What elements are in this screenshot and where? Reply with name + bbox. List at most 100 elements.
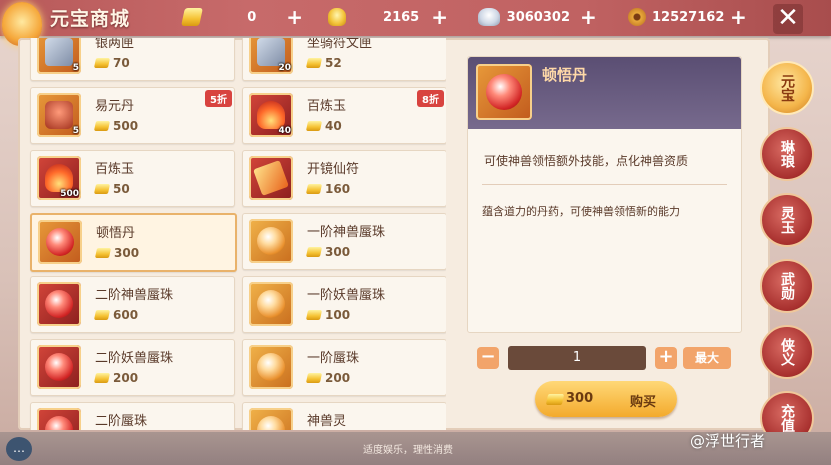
- quantity-input[interactable]: 1: [508, 346, 646, 370]
- gold-bar-icon: [305, 310, 323, 320]
- item-name: 开镜仙符: [307, 162, 360, 177]
- gold-orb-icon: [257, 416, 285, 430]
- gold-bar-icon: [94, 248, 112, 258]
- currency-value: 2165: [383, 9, 420, 25]
- item-name: 银两匣: [95, 38, 135, 51]
- currency-gold-bar: 0 +: [181, 6, 303, 28]
- item-name: 易元丹: [95, 99, 135, 114]
- item-card[interactable]: 一阶蜃珠 200: [242, 339, 446, 396]
- currency-silver: 3060302 +: [478, 6, 598, 28]
- discount-badge: 5折: [205, 90, 232, 107]
- item-price: 70: [93, 56, 130, 70]
- item-thumbnail: [37, 408, 81, 430]
- buy-price: 300: [566, 391, 594, 406]
- jade-flame-icon: [45, 164, 73, 192]
- red-orb-icon: [45, 290, 73, 318]
- item-name: 坐骑符文匣: [307, 38, 373, 51]
- item-card[interactable]: 开镜仙符 160: [242, 150, 446, 207]
- item-price: 160: [305, 182, 350, 196]
- copper-coin-icon: [628, 8, 646, 26]
- gold-bar-icon: [93, 58, 111, 68]
- item-card[interactable]: 20 坐骑符文匣 52: [242, 38, 446, 81]
- gold-bar-icon: [305, 247, 323, 257]
- increase-quantity-button[interactable]: +: [655, 347, 677, 369]
- item-card-selected[interactable]: 顿悟丹 300: [30, 213, 237, 272]
- red-orb-icon: [486, 74, 522, 110]
- currency-value: 0: [247, 9, 257, 25]
- add-silver-button[interactable]: +: [580, 7, 597, 27]
- item-name: 二阶神兽蜃珠: [95, 288, 174, 303]
- item-card[interactable]: 二阶蜃珠: [30, 402, 235, 430]
- item-name: 一阶神兽蜃珠: [307, 225, 386, 240]
- item-name: 百炼玉: [95, 162, 135, 177]
- decrease-quantity-button[interactable]: −: [477, 347, 499, 369]
- item-price: 40: [305, 119, 342, 133]
- item-thumbnail: [249, 219, 293, 263]
- jade-flame-icon: [257, 101, 285, 129]
- currency-copper: 12527162 +: [628, 6, 748, 28]
- chat-icon[interactable]: …: [6, 437, 32, 461]
- item-name: 顿悟丹: [96, 226, 136, 241]
- currency-value: 3060302: [506, 9, 570, 25]
- item-thumbnail: 40: [249, 93, 293, 137]
- item-thumbnail: [37, 345, 81, 389]
- max-quantity-button[interactable]: 最大: [683, 347, 731, 369]
- item-price: 600: [93, 308, 138, 322]
- gold-orb-icon: [257, 353, 285, 381]
- item-price: 200: [305, 371, 350, 385]
- item-thumbnail: [249, 282, 293, 326]
- item-thumbnail: [249, 408, 293, 430]
- item-list[interactable]: 5 银两匣 70 20 坐骑符文匣 52 5 易元丹 500 5折 40 百炼玉…: [22, 38, 446, 430]
- item-card[interactable]: 40 百炼玉 40 8折: [242, 87, 446, 144]
- item-card[interactable]: 500 百炼玉 50: [30, 150, 235, 207]
- item-thumbnail: [249, 156, 293, 200]
- item-thumbnail: [249, 345, 293, 389]
- detail-item-name: 顿悟丹: [542, 66, 588, 84]
- tab-yuanbao[interactable]: 元宝: [760, 61, 814, 115]
- gold-bar-icon: [305, 121, 323, 131]
- gold-bar-icon: [93, 184, 111, 194]
- item-thumbnail: 5: [37, 93, 81, 137]
- item-price: 50: [93, 182, 130, 196]
- currency-value: 12527162: [652, 9, 725, 25]
- add-copper-button[interactable]: +: [730, 7, 747, 27]
- pill-box-icon: [45, 101, 73, 129]
- gold-bar-icon: [93, 373, 111, 383]
- item-name: 一阶妖兽蜃珠: [307, 288, 386, 303]
- item-card[interactable]: 二阶妖兽蜃珠 200: [30, 339, 235, 396]
- currency-gold-ingot: 2165 +: [328, 6, 448, 28]
- buy-button[interactable]: 300 购买: [535, 381, 677, 417]
- buy-label: 购买: [630, 395, 657, 410]
- tab-xiayi[interactable]: 侠义: [760, 325, 814, 379]
- item-card[interactable]: 一阶神兽蜃珠 300: [242, 213, 446, 270]
- watermark: @浮世行者: [690, 432, 766, 450]
- red-orb-icon: [45, 353, 73, 381]
- item-thumbnail: [38, 220, 82, 264]
- item-card[interactable]: 5 易元丹 500 5折: [30, 87, 235, 144]
- detail-effect: 可使神兽领悟额外技能，点化神兽资质: [484, 154, 689, 168]
- talisman-scroll-icon: [253, 160, 289, 196]
- close-button[interactable]: ✕: [773, 4, 803, 34]
- item-name: 二阶妖兽蜃珠: [95, 351, 174, 366]
- item-thumbnail: [37, 282, 81, 326]
- gold-bar-icon: [305, 373, 323, 383]
- item-detail-panel: 顿悟丹 可使神兽领悟额外技能，点化神兽资质 蕴含道力的丹药，可使神兽领悟新的能力: [467, 56, 742, 333]
- detail-thumbnail: [476, 64, 532, 120]
- rune-box-icon: [257, 38, 285, 66]
- tab-linlang[interactable]: 琳琅: [760, 127, 814, 181]
- item-name: 神兽灵: [307, 414, 347, 429]
- tab-wuxun[interactable]: 武勋: [760, 259, 814, 313]
- item-card[interactable]: 二阶神兽蜃珠 600: [30, 276, 235, 333]
- item-card[interactable]: 5 银两匣 70: [30, 38, 235, 81]
- item-card[interactable]: 神兽灵: [242, 402, 446, 430]
- item-price: 500: [93, 119, 138, 133]
- add-gold-bar-button[interactable]: +: [286, 7, 303, 27]
- gold-bar-icon: [305, 58, 323, 68]
- add-gold-ingot-button[interactable]: +: [431, 7, 448, 27]
- tab-lingyu[interactable]: 灵玉: [760, 193, 814, 247]
- item-price: 300: [94, 246, 139, 260]
- item-name: 一阶蜃珠: [307, 351, 360, 366]
- detail-header: 顿悟丹: [468, 57, 741, 129]
- item-card[interactable]: 一阶妖兽蜃珠 100: [242, 276, 446, 333]
- gold-bar-icon: [93, 310, 111, 320]
